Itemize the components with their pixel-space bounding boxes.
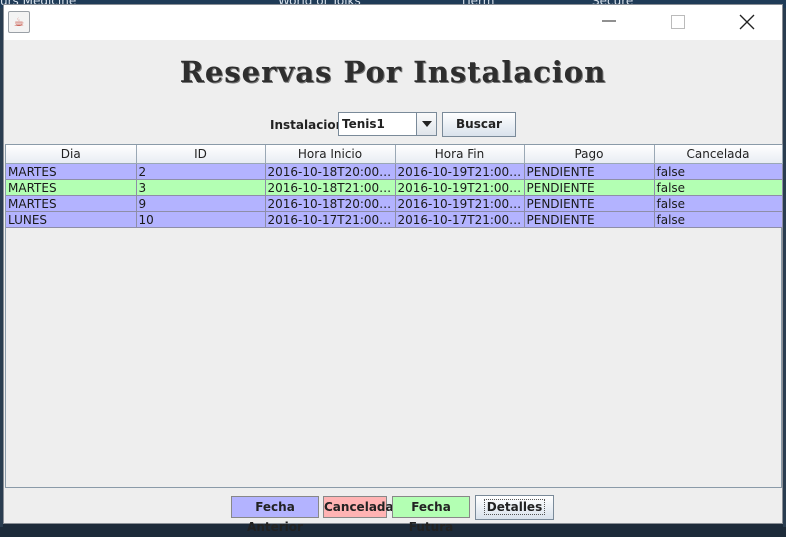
instalacion-select[interactable]: Tenis1	[338, 112, 437, 136]
maximize-button[interactable]	[655, 5, 701, 40]
table-cell[interactable]: MARTES	[6, 179, 137, 196]
instalacion-selected-value: Tenis1	[342, 117, 385, 131]
app-window: ☕ Reservas Por Instalacion Instalacion T…	[3, 4, 783, 534]
table-row[interactable]: MARTES 2 2016-10-18T20:00:0... 2016-10-1…	[6, 163, 783, 180]
table-cell[interactable]: 2016-10-19T21:00:0...	[395, 179, 525, 196]
table-cell[interactable]: 2016-10-17T21:00:0...	[395, 211, 525, 228]
column-header-cancelada[interactable]: Cancelada	[654, 145, 783, 164]
chevron-down-icon	[422, 121, 432, 127]
legend-cancelled: Cancelada	[323, 496, 394, 518]
column-header-hora-inicio[interactable]: Hora Inicio	[265, 145, 396, 164]
table-cell[interactable]: 2016-10-19T21:00:0...	[395, 195, 525, 212]
table-cell[interactable]: 9	[136, 195, 266, 212]
java-cup-icon[interactable]: ☕	[8, 11, 30, 33]
column-header-hora-fin[interactable]: Hora Fin	[395, 145, 525, 164]
title-bar[interactable]: ☕	[4, 5, 782, 40]
table-header: Dia ID Hora Inicio Hora Fin Pago Cancela…	[6, 145, 783, 164]
table-cell[interactable]: MARTES	[6, 163, 137, 180]
table-cell[interactable]: PENDIENTE	[524, 211, 655, 228]
column-header-id[interactable]: ID	[136, 145, 266, 164]
details-button[interactable]: Detalles	[475, 495, 554, 520]
table-row[interactable]: LUNES 10 2016-10-17T21:00:0... 2016-10-1…	[6, 211, 783, 228]
table-cell[interactable]: LUNES	[6, 211, 137, 228]
instalacion-label: Instalacion	[270, 118, 345, 132]
table-cell[interactable]: PENDIENTE	[524, 195, 655, 212]
table-cell[interactable]: PENDIENTE	[524, 179, 655, 196]
table-cell[interactable]: 2	[136, 163, 266, 180]
table-cell[interactable]: 2016-10-18T20:00:0...	[265, 163, 396, 180]
table-cell[interactable]: 3	[136, 179, 266, 196]
table-cell[interactable]: MARTES	[6, 195, 137, 212]
maximize-icon	[671, 15, 685, 29]
table-cell[interactable]: false	[654, 211, 783, 228]
page-title: Reservas Por Instalacion	[179, 55, 607, 89]
table-cell[interactable]: 2016-10-19T21:00:0...	[395, 163, 525, 180]
legend-future-date: Fecha Futura	[392, 496, 470, 534]
table-cell[interactable]: 2016-10-17T21:00:0...	[265, 211, 396, 228]
table-cell[interactable]: false	[654, 179, 783, 196]
table-cell[interactable]: 2016-10-18T21:00:0...	[265, 179, 396, 196]
table-cell[interactable]: 2016-10-18T20:00:0...	[265, 195, 396, 212]
legend-bar: Fecha Anterior Cancelada Fecha Futura De…	[4, 495, 782, 534]
close-icon	[739, 14, 755, 30]
minimize-button[interactable]	[586, 5, 632, 40]
close-button[interactable]	[724, 5, 770, 40]
details-button-label: Detalles	[483, 499, 546, 515]
search-button[interactable]: Buscar	[442, 112, 516, 137]
minimize-icon	[602, 20, 616, 22]
table-cell[interactable]: false	[654, 195, 783, 212]
dropdown-arrow-button[interactable]	[416, 113, 436, 135]
filter-bar: Instalacion Tenis1 Buscar	[4, 112, 782, 138]
table-cell[interactable]: false	[654, 163, 783, 180]
reservations-table: Dia ID Hora Inicio Hora Fin Pago Cancela…	[5, 144, 783, 488]
column-header-dia[interactable]: Dia	[6, 145, 137, 164]
table-cell[interactable]: 10	[136, 211, 266, 228]
column-header-pago[interactable]: Pago	[524, 145, 655, 164]
table-cell[interactable]: PENDIENTE	[524, 163, 655, 180]
table-row[interactable]: MARTES 9 2016-10-18T20:00:0... 2016-10-1…	[6, 195, 783, 212]
table-row[interactable]: MARTES 3 2016-10-18T21:00:0... 2016-10-1…	[6, 179, 783, 196]
legend-past-date: Fecha Anterior	[231, 496, 319, 534]
